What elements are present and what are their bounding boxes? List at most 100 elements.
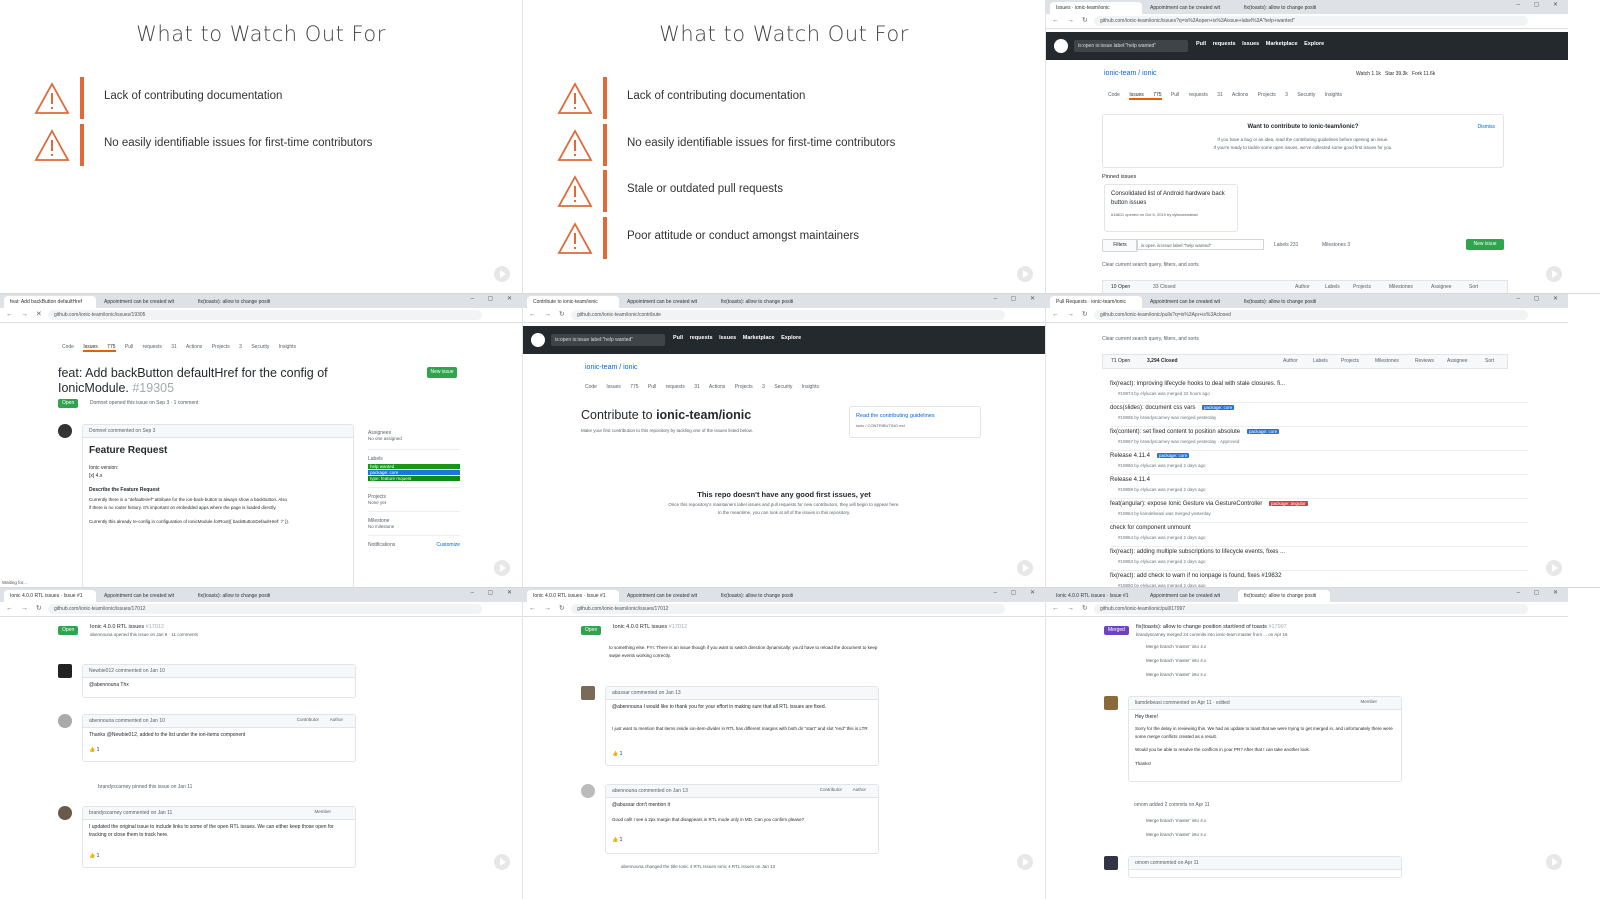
browser-tab[interactable]: Appointment can be created wit — [1144, 2, 1236, 14]
tab-pull-requests[interactable]: Pull requests 31 — [648, 384, 700, 390]
play-icon[interactable] — [494, 560, 510, 576]
browser-tab[interactable]: fix(toasts): allow to change positi — [1238, 296, 1330, 308]
tab-issues[interactable]: Issues 775 — [83, 344, 116, 352]
window-controls[interactable]: – ▢ ✕ — [1517, 295, 1564, 302]
filter-sort[interactable]: Sort — [1485, 358, 1494, 364]
commit-row[interactable]: Merge branch 'master' into 4.x — [1146, 644, 1206, 649]
tab-projects[interactable]: Projects 3 — [1258, 92, 1288, 98]
clear-filters-link[interactable]: Clear current search query, filters, and… — [1102, 336, 1199, 342]
nav-buttons-icon[interactable]: ← → ↻ — [529, 310, 568, 318]
commit-row[interactable]: Merge branch 'master' into 4.x — [1146, 818, 1206, 823]
play-icon[interactable] — [494, 266, 510, 282]
filter-assignee[interactable]: Assignee — [1447, 358, 1468, 364]
browser-tab[interactable]: fix(toasts): allow to change positi — [715, 590, 807, 602]
browser-tab[interactable]: Appointment can be created wit — [98, 590, 190, 602]
reaction[interactable]: 👍 1 — [89, 853, 99, 859]
browser-tab[interactable]: fix(toasts): allow to change positi — [715, 296, 807, 308]
window-controls[interactable]: – ▢ ✕ — [1517, 1, 1564, 8]
pr-row[interactable]: fix(react): add check to warn if no ionp… — [1110, 570, 1528, 587]
pr-row-title[interactable]: fix(content): set fixed content to posit… — [1110, 429, 1240, 435]
reaction[interactable]: 👍 1 — [612, 751, 622, 757]
play-icon[interactable] — [1546, 854, 1562, 870]
tab-code[interactable]: Code — [585, 384, 597, 390]
tab-insights[interactable]: Insights — [802, 384, 819, 390]
customize-link[interactable]: Customize — [436, 542, 460, 548]
avatar[interactable] — [581, 686, 595, 700]
label-help-wanted[interactable]: help wanted — [368, 464, 460, 469]
pr-row[interactable]: docs(slides): document css vars package: … — [1110, 402, 1528, 427]
sort-projects[interactable]: Projects — [1353, 284, 1371, 290]
url-field[interactable]: github.com/ionic-team/ionic/issues?q=is%… — [1094, 16, 1528, 26]
pr-row-title[interactable]: fix(react): adding multiple subscription… — [1110, 549, 1285, 555]
tab-insights[interactable]: Insights — [279, 344, 296, 350]
fork-button[interactable]: Fork — [1412, 71, 1422, 77]
pr-row[interactable]: Release 4.11.4 #19859 by elylucas was mer… — [1110, 474, 1528, 499]
nav-pull-requests[interactable]: Pull requests — [673, 335, 713, 341]
sort-author[interactable]: Author — [1295, 284, 1310, 290]
search-input[interactable]: is:open is:issue label:"help wanted" — [551, 334, 665, 346]
filter-milestones[interactable]: Milestones — [1375, 358, 1399, 364]
avatar[interactable] — [58, 714, 72, 728]
sidebar-labels[interactable]: Labels — [368, 456, 460, 462]
browser-tab[interactable]: Contribute to ionic-team/ionic — [527, 296, 619, 308]
tab-actions[interactable]: Actions — [709, 384, 725, 390]
play-icon[interactable] — [494, 854, 510, 870]
nav-issues[interactable]: Issues — [1242, 41, 1259, 47]
commit-row[interactable]: Merge branch 'master' into 4.x — [1146, 672, 1206, 677]
issue-filter-input[interactable]: is:open is:issue label:"help wanted" — [1136, 239, 1264, 250]
browser-tab[interactable]: Appointment can be created wit — [621, 590, 713, 602]
play-icon[interactable] — [1546, 266, 1562, 282]
star-button[interactable]: Star — [1385, 71, 1394, 77]
window-controls[interactable]: – ▢ ✕ — [994, 589, 1041, 596]
pr-row-title[interactable]: check for component unmount — [1110, 525, 1191, 531]
pr-label[interactable]: package: core — [1247, 429, 1280, 434]
tab-code[interactable]: Code — [1108, 92, 1120, 98]
nav-buttons-icon[interactable]: ← → ↻ — [1052, 16, 1091, 24]
tab-security[interactable]: Security — [251, 344, 269, 350]
dismiss-link[interactable]: Dismiss — [1478, 124, 1496, 130]
reaction[interactable]: 👍 1 — [612, 837, 622, 843]
tab-issues[interactable]: Issues 775 — [606, 384, 638, 390]
pr-row-title[interactable]: fix(react): add check to warn if no ionp… — [1110, 573, 1281, 579]
closed-count[interactable]: 33 Closed — [1153, 284, 1176, 290]
play-icon[interactable] — [1546, 560, 1562, 576]
url-field[interactable]: github.com/ionic-team/ionic/issues/17012 — [48, 604, 482, 614]
tab-security[interactable]: Security — [774, 384, 792, 390]
play-icon[interactable] — [1017, 266, 1033, 282]
tab-pull-requests[interactable]: Pull requests 31 — [1171, 92, 1223, 98]
nav-buttons-icon[interactable]: ← → ↻ — [6, 604, 45, 612]
filter-labels[interactable]: Labels — [1313, 358, 1328, 364]
pr-label[interactable]: package: angular — [1269, 501, 1308, 506]
pr-row-title[interactable]: Release 4.11.4 — [1110, 453, 1150, 459]
clear-filters-link[interactable]: Clear current search query, filters, and… — [1102, 262, 1199, 268]
pr-row[interactable]: Release 4.11.4 package: core #19860 by ely… — [1110, 450, 1528, 475]
filter-author[interactable]: Author — [1283, 358, 1298, 364]
avatar[interactable] — [58, 664, 72, 678]
browser-tab[interactable]: Pull Requests · ionic-team/ionic — [1050, 296, 1142, 308]
url-field[interactable]: github.com/ionic-team/ionic/pulls?q=is%3… — [1094, 310, 1528, 320]
browser-tab[interactable]: feat: Add backButton defaultHref — [4, 296, 96, 308]
tab-actions[interactable]: Actions — [186, 344, 202, 350]
open-count[interactable]: 71 Open — [1111, 358, 1130, 364]
pinned-issue-card[interactable]: Consolidated list of Android hardware ba… — [1104, 184, 1238, 232]
pr-row[interactable]: fix(react): adding multiple subscription… — [1110, 546, 1528, 571]
pr-row-title[interactable]: Release 4.11.4 — [1110, 477, 1150, 483]
nav-buttons-icon[interactable]: ← → ↻ — [1052, 310, 1091, 318]
browser-tab[interactable]: Ionic 4.0.0 RTL issues · Issue #1 — [4, 590, 96, 602]
pinned-issue-title[interactable]: Consolidated list of Android hardware ba… — [1111, 190, 1229, 208]
nav-issues[interactable]: Issues — [719, 335, 736, 341]
search-input[interactable]: is:open is:issue label:"help wanted" — [1074, 40, 1188, 52]
new-issue-button[interactable]: New issue — [1466, 239, 1504, 250]
window-controls[interactable]: – ▢ ✕ — [471, 295, 518, 302]
nav-marketplace[interactable]: Marketplace — [743, 335, 775, 341]
watch-button[interactable]: Watch — [1356, 71, 1370, 77]
browser-tab[interactable]: fix(toasts): allow to change positi — [192, 590, 284, 602]
browser-tab[interactable]: Issues · ionic-team/ionic — [1050, 2, 1142, 14]
pr-label[interactable]: package: core — [1202, 405, 1235, 410]
url-field[interactable]: github.com/ionic-team/ionic/issues/17012 — [571, 604, 1005, 614]
browser-tab[interactable]: Ionic 4.0.0 RTL issues · Issue #1 — [1050, 590, 1142, 602]
tab-code[interactable]: Code — [62, 344, 74, 350]
browser-tab[interactable]: fix(toasts): allow to change positi — [192, 296, 284, 308]
filter-projects[interactable]: Projects — [1341, 358, 1359, 364]
pr-row-title[interactable]: feat(angular): expose Ionic Gesture via … — [1110, 501, 1262, 507]
